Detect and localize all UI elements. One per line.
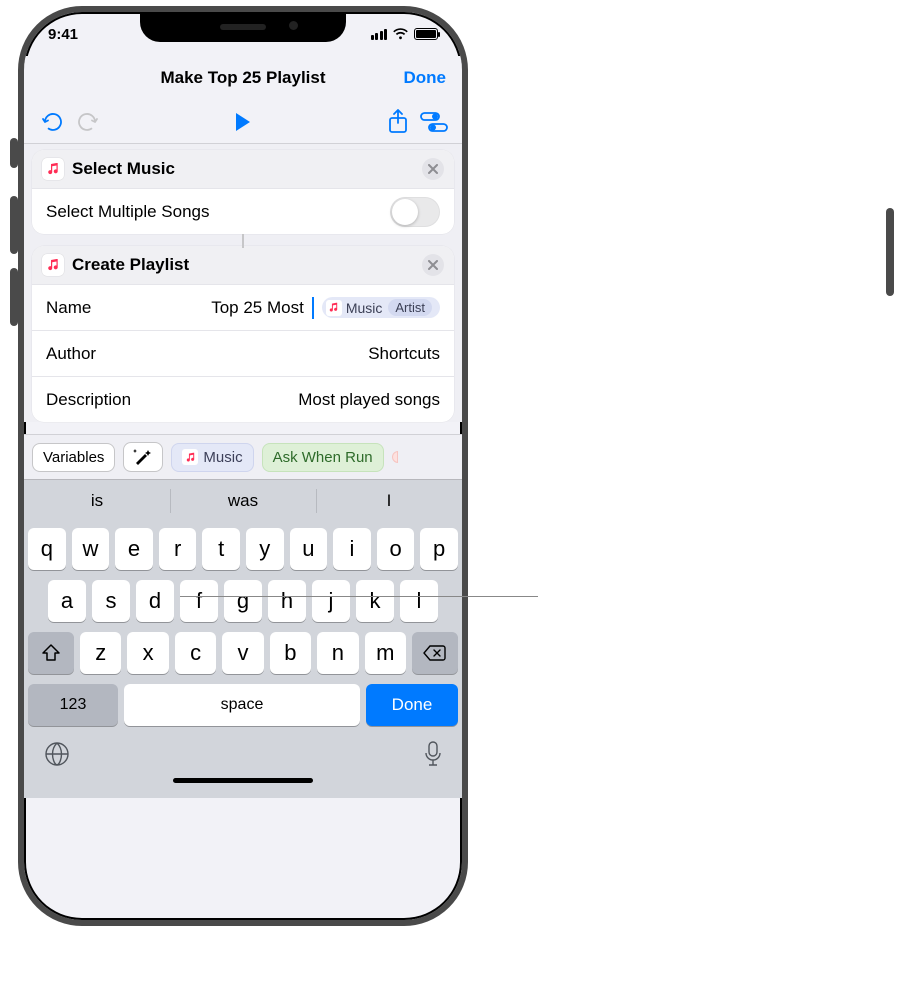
notch — [140, 12, 346, 42]
author-field[interactable]: Shortcuts — [368, 344, 440, 364]
name-field[interactable]: Top 25 Most Music Artist — [211, 297, 440, 319]
chip-label: Music — [203, 449, 242, 466]
key-b[interactable]: b — [270, 632, 311, 674]
keyboard: q w e r t y u i o p a s d f g h j k l — [24, 522, 462, 734]
key-r[interactable]: r — [159, 528, 197, 570]
key-o[interactable]: o — [377, 528, 415, 570]
key-t[interactable]: t — [202, 528, 240, 570]
select-multiple-label: Select Multiple Songs — [46, 202, 209, 222]
key-z[interactable]: z — [80, 632, 121, 674]
settings-toggle-button[interactable] — [416, 104, 452, 140]
mic-icon[interactable] — [424, 741, 442, 772]
prediction[interactable]: is — [24, 480, 170, 522]
prediction[interactable]: I — [316, 480, 462, 522]
variables-button[interactable]: Variables — [32, 443, 115, 472]
volume-down — [10, 268, 18, 326]
page-title: Make Top 25 Playlist — [160, 68, 325, 88]
battery-icon — [414, 28, 438, 40]
globe-icon[interactable] — [44, 741, 70, 772]
description-field[interactable]: Most played songs — [298, 390, 440, 410]
author-label: Author — [46, 344, 96, 364]
key-q[interactable]: q — [28, 528, 66, 570]
key-x[interactable]: x — [127, 632, 168, 674]
name-label: Name — [46, 298, 91, 318]
action-connector — [32, 234, 454, 246]
key-done[interactable]: Done — [366, 684, 458, 726]
home-indicator-area — [24, 774, 462, 798]
music-app-icon — [42, 254, 64, 276]
key-backspace[interactable] — [412, 632, 458, 674]
callout-leader-line — [180, 596, 538, 597]
play-button[interactable] — [225, 104, 261, 140]
name-text: Top 25 Most — [211, 298, 304, 318]
variable-subproperty: Artist — [388, 299, 432, 316]
key-shift[interactable] — [28, 632, 74, 674]
key-g[interactable]: g — [224, 580, 262, 622]
select-multiple-toggle[interactable] — [390, 197, 440, 227]
key-c[interactable]: c — [175, 632, 216, 674]
variable-chip-ask-when-run[interactable]: Ask When Run — [262, 443, 384, 472]
variable-bar: Variables Music Ask When Run — [24, 434, 462, 480]
text-cursor — [312, 297, 314, 319]
key-s[interactable]: s — [92, 580, 130, 622]
music-note-icon — [182, 449, 198, 465]
key-n[interactable]: n — [317, 632, 358, 674]
done-button[interactable]: Done — [404, 68, 447, 88]
prediction[interactable]: was — [170, 480, 316, 522]
key-i[interactable]: i — [333, 528, 371, 570]
home-indicator[interactable] — [173, 778, 313, 783]
key-u[interactable]: u — [290, 528, 328, 570]
action-select-music: Select Music Select Multiple Songs — [32, 150, 454, 234]
variable-chip-overflow[interactable] — [392, 451, 398, 463]
remove-action-button[interactable] — [422, 158, 444, 180]
music-note-icon — [326, 300, 342, 316]
action-create-playlist: Create Playlist Name Top 25 Most Music — [32, 246, 454, 422]
key-f[interactable]: f — [180, 580, 218, 622]
redo-button[interactable] — [70, 104, 106, 140]
keyboard-bottom-row — [24, 734, 462, 774]
action-title: Select Music — [72, 159, 414, 179]
key-p[interactable]: p — [420, 528, 458, 570]
key-j[interactable]: j — [312, 580, 350, 622]
key-a[interactable]: a — [48, 580, 86, 622]
key-d[interactable]: d — [136, 580, 174, 622]
toolbar — [24, 100, 462, 144]
phone-frame: 9:41 Make Top 25 Playlist Done — [18, 6, 468, 926]
key-numbers[interactable]: 123 — [28, 684, 118, 726]
predictive-bar: is was I — [24, 480, 462, 522]
variable-pill-music[interactable]: Music Artist — [322, 297, 440, 318]
magic-wand-button[interactable] — [123, 442, 163, 472]
key-e[interactable]: e — [115, 528, 153, 570]
action-title: Create Playlist — [72, 255, 414, 275]
editor-content: Select Music Select Multiple Songs — [24, 144, 462, 422]
status-time: 9:41 — [48, 26, 78, 43]
variable-chip-music[interactable]: Music — [171, 443, 253, 472]
key-m[interactable]: m — [365, 632, 406, 674]
power-button — [886, 208, 894, 296]
description-label: Description — [46, 390, 131, 410]
key-v[interactable]: v — [222, 632, 263, 674]
cellular-icon — [371, 29, 388, 40]
variable-name: Music — [346, 300, 383, 316]
wifi-icon — [392, 28, 409, 40]
share-button[interactable] — [380, 104, 416, 140]
mute-switch — [10, 138, 18, 168]
nav-header: Make Top 25 Playlist Done — [24, 56, 462, 100]
key-y[interactable]: y — [246, 528, 284, 570]
volume-up — [10, 196, 18, 254]
undo-button[interactable] — [34, 104, 70, 140]
key-space[interactable]: space — [124, 684, 360, 726]
music-app-icon — [42, 158, 64, 180]
key-h[interactable]: h — [268, 580, 306, 622]
key-k[interactable]: k — [356, 580, 394, 622]
remove-action-button[interactable] — [422, 254, 444, 276]
key-w[interactable]: w — [72, 528, 110, 570]
key-l[interactable]: l — [400, 580, 438, 622]
